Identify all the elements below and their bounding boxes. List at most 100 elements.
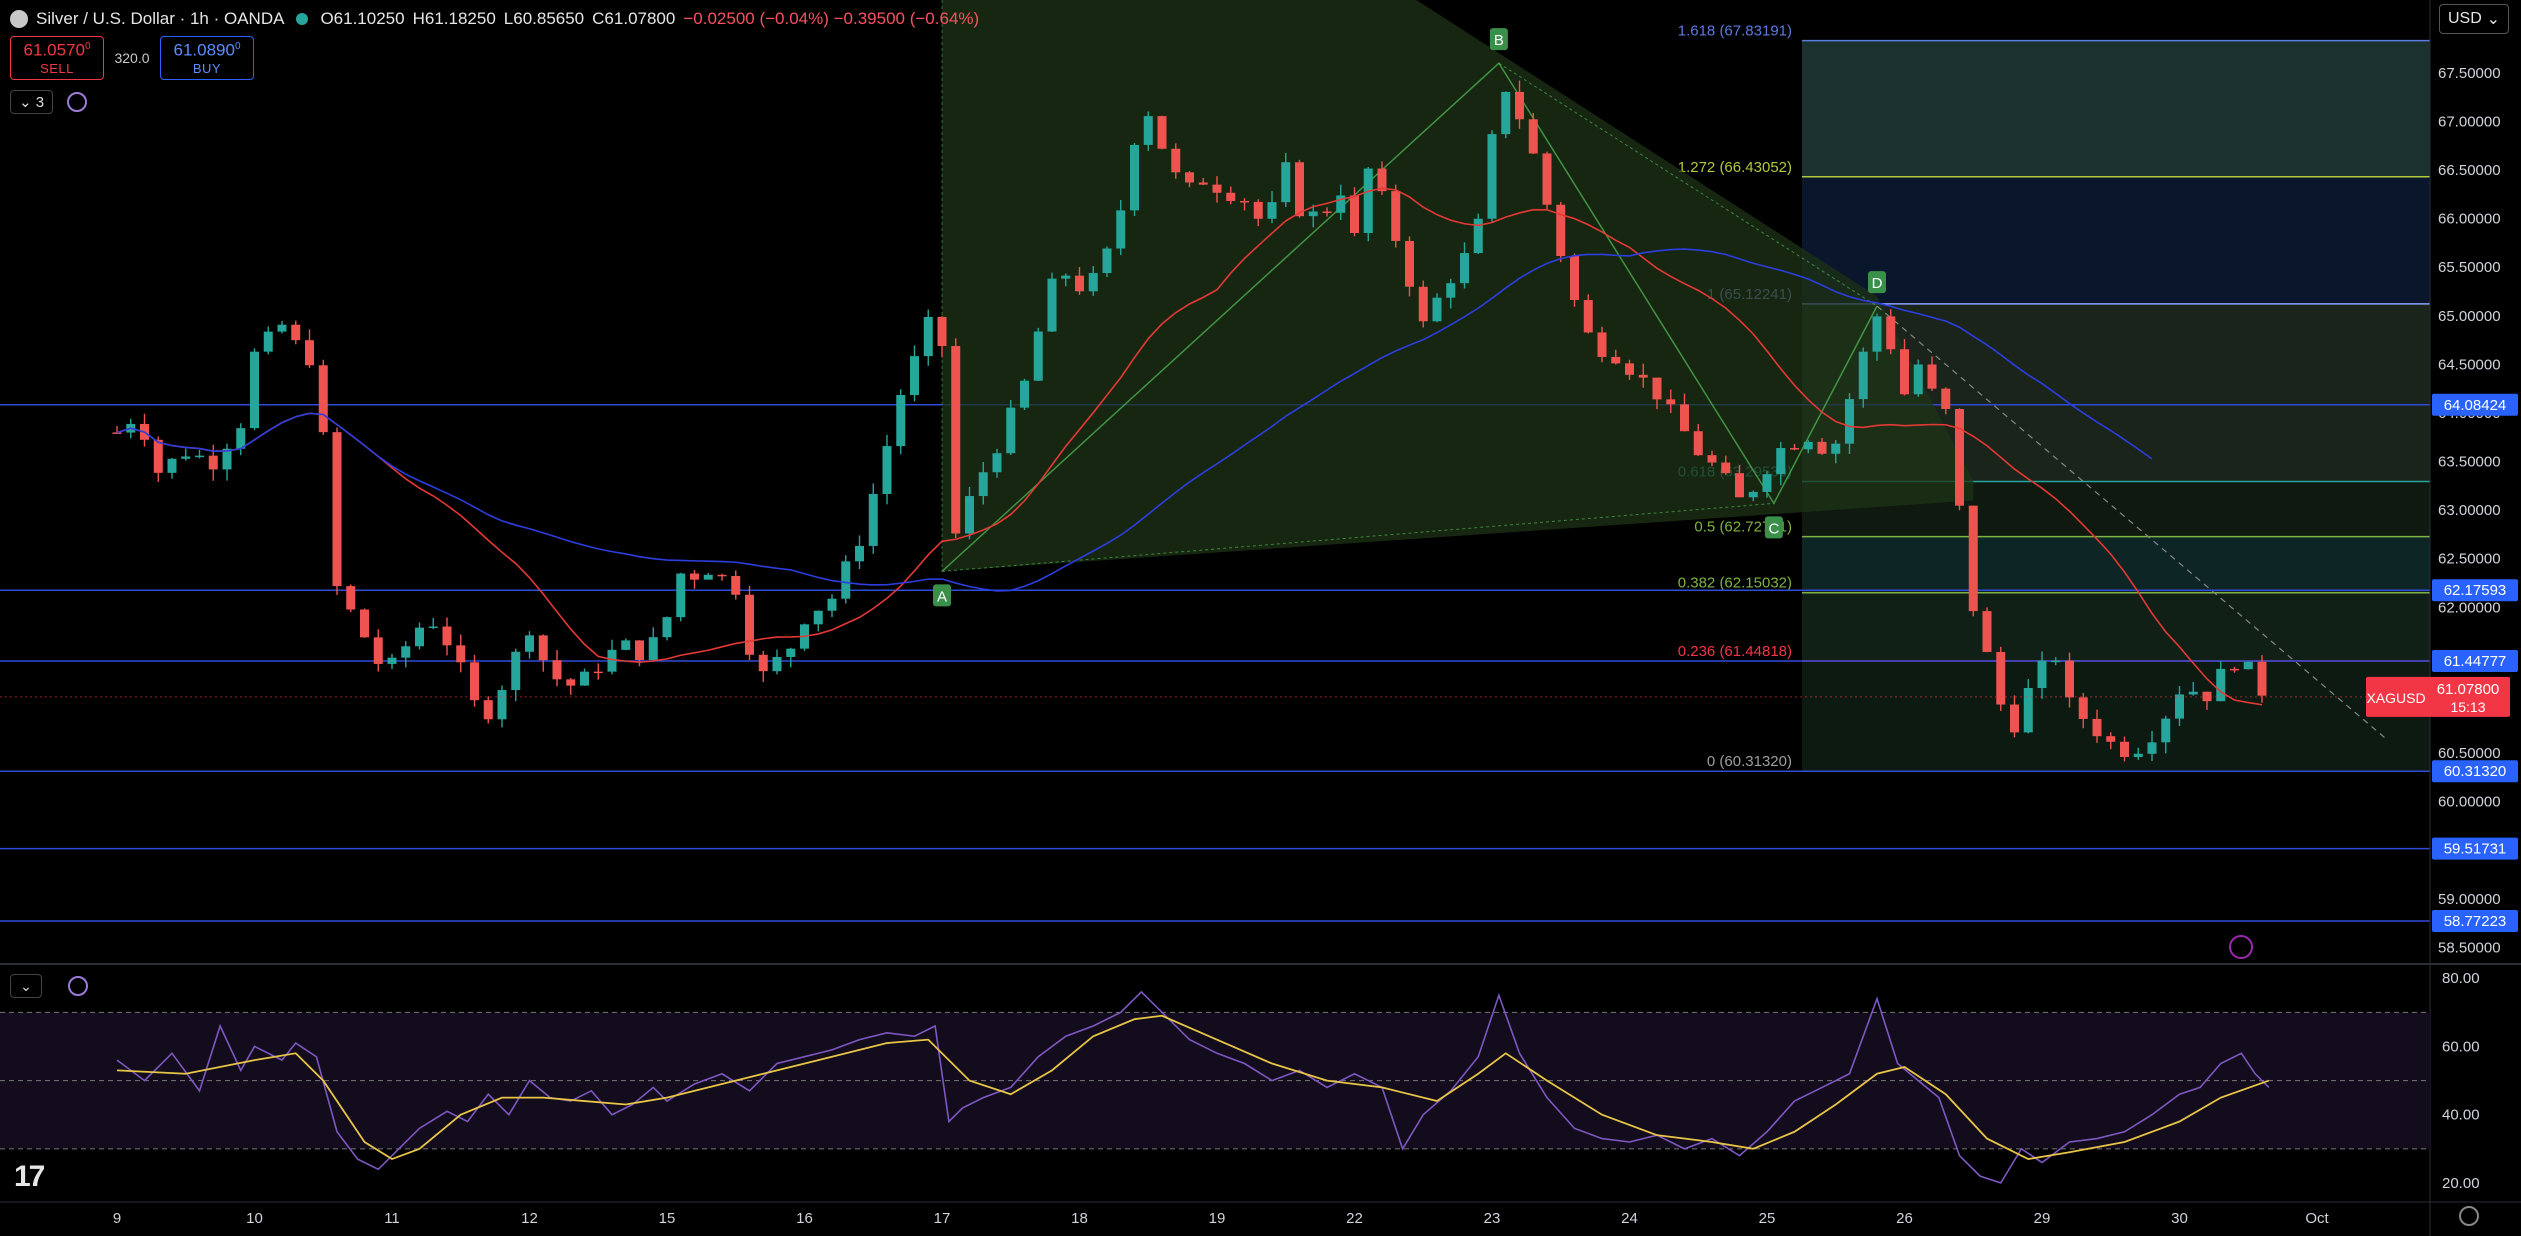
- market-open-icon: [296, 13, 309, 25]
- candle-body: [1253, 201, 1263, 219]
- candle-body: [896, 395, 906, 447]
- candle-body: [1391, 191, 1401, 241]
- candle-body: [1941, 388, 1951, 409]
- candle-body: [690, 573, 699, 580]
- buy-button[interactable]: 61.08900 BUY: [160, 36, 254, 80]
- candle-body: [442, 626, 452, 646]
- candle-body: [1116, 210, 1126, 249]
- candle-body: [1652, 377, 1662, 400]
- price-level-tag-label: 59.51731: [2444, 841, 2507, 858]
- candle-body: [1308, 211, 1318, 217]
- spread-value: 320.0: [114, 50, 150, 66]
- x-tick-label: 16: [796, 1210, 813, 1227]
- pattern-point-label: C: [1768, 520, 1779, 537]
- tradingview-logo-icon[interactable]: 17: [14, 1160, 45, 1194]
- candle-body: [1817, 441, 1827, 454]
- candle-body: [1666, 399, 1676, 405]
- candle-body: [1473, 218, 1483, 254]
- candle-body: [937, 316, 947, 347]
- candle-body: [772, 656, 782, 672]
- candle-body: [648, 637, 658, 660]
- rsi-sync-icon[interactable]: [68, 976, 88, 996]
- symbol-title[interactable]: Silver / U.S. Dollar · 1h · OANDA: [36, 9, 284, 29]
- close-value: C61.07800: [592, 9, 676, 28]
- candle-body: [318, 365, 328, 433]
- candle-body: [1735, 473, 1744, 498]
- silver-logo-icon: [10, 10, 28, 28]
- price-level-tag-label: 58.77223: [2444, 913, 2507, 930]
- candle-body: [1143, 116, 1153, 145]
- candle-body: [428, 626, 438, 629]
- candle-body: [167, 458, 177, 473]
- y-tick-label: 60.00000: [2438, 794, 2501, 811]
- buy-price: 61.08900: [173, 40, 241, 60]
- candle-body: [195, 455, 204, 458]
- candle-body: [786, 648, 796, 657]
- candle-body: [1913, 364, 1923, 395]
- rsi-collapse-button[interactable]: ⌄: [10, 974, 42, 998]
- candle-body: [827, 598, 837, 611]
- candle-body: [1542, 153, 1552, 205]
- rsi-tick-label: 80.00: [2442, 970, 2480, 987]
- candle-body: [1460, 253, 1469, 284]
- candle-body: [1625, 363, 1634, 375]
- candle-body: [676, 573, 686, 618]
- indicators-collapse-button[interactable]: ⌄ 3: [10, 90, 54, 114]
- x-tick-label: 11: [384, 1210, 400, 1227]
- low-value: L60.85650: [503, 9, 585, 28]
- candle-body: [236, 428, 246, 449]
- candle-body: [1638, 374, 1648, 378]
- candle-body: [1281, 162, 1291, 203]
- candle-body: [346, 586, 356, 610]
- candle-body: [923, 316, 933, 357]
- candle-body: [332, 432, 342, 587]
- candle-body: [2147, 742, 2157, 754]
- candle-body: [1061, 275, 1071, 279]
- candle-body: [868, 493, 878, 546]
- y-tick-label: 67.00000: [2438, 113, 2501, 130]
- candle-body: [1748, 491, 1758, 498]
- candle-body: [1267, 202, 1277, 219]
- candle-body: [1102, 248, 1112, 274]
- fib-level-label: 0.382 (62.15032): [1678, 575, 1792, 592]
- candle-body: [360, 609, 369, 638]
- candle-body: [1872, 316, 1882, 352]
- candle-body: [1790, 448, 1799, 450]
- candle-body: [2092, 718, 2102, 737]
- candle-body: [1501, 91, 1511, 135]
- candle-body: [1858, 351, 1868, 400]
- candle-body: [1680, 404, 1689, 432]
- sell-button[interactable]: 61.05700 SELL: [10, 36, 104, 80]
- candle-body: [717, 574, 727, 577]
- open-value: O61.10250: [320, 9, 405, 28]
- candle-body: [153, 439, 163, 473]
- rsi-tick-label: 40.00: [2442, 1107, 2480, 1124]
- candle-body: [2188, 691, 2198, 695]
- x-tick-label: Oct: [2305, 1210, 2329, 1227]
- candle-body: [2065, 660, 2074, 698]
- x-tick-label: 12: [521, 1210, 538, 1227]
- candle-body: [1432, 297, 1442, 322]
- currency-select[interactable]: USD ⌄: [2439, 4, 2509, 34]
- candle-body: [470, 662, 479, 701]
- candle-body: [566, 679, 576, 686]
- x-tick-label: 18: [1071, 1210, 1088, 1227]
- y-tick-label: 63.00000: [2438, 502, 2501, 519]
- candle-body: [1762, 474, 1772, 492]
- candle-body: [855, 545, 864, 562]
- candle-body: [1927, 364, 1937, 389]
- candle-body: [1322, 211, 1332, 213]
- candle-body: [1611, 356, 1621, 364]
- fib-zone: [1802, 176, 2430, 304]
- candle-body: [910, 356, 919, 396]
- candle-body: [2023, 688, 2033, 733]
- candle-body: [1405, 240, 1414, 287]
- settings-gear-icon[interactable]: [2459, 1206, 2479, 1226]
- y-tick-label: 62.00000: [2438, 599, 2501, 616]
- y-tick-label: 66.50000: [2438, 162, 2501, 179]
- candle-body: [552, 660, 562, 680]
- candle-body: [208, 455, 218, 470]
- price-level-tag-label: 64.08424: [2444, 397, 2507, 414]
- price-chart[interactable]: 1.618 (67.83191)1.272 (66.43052)1 (65.12…: [0, 0, 2521, 1236]
- sync-icon[interactable]: [67, 92, 88, 112]
